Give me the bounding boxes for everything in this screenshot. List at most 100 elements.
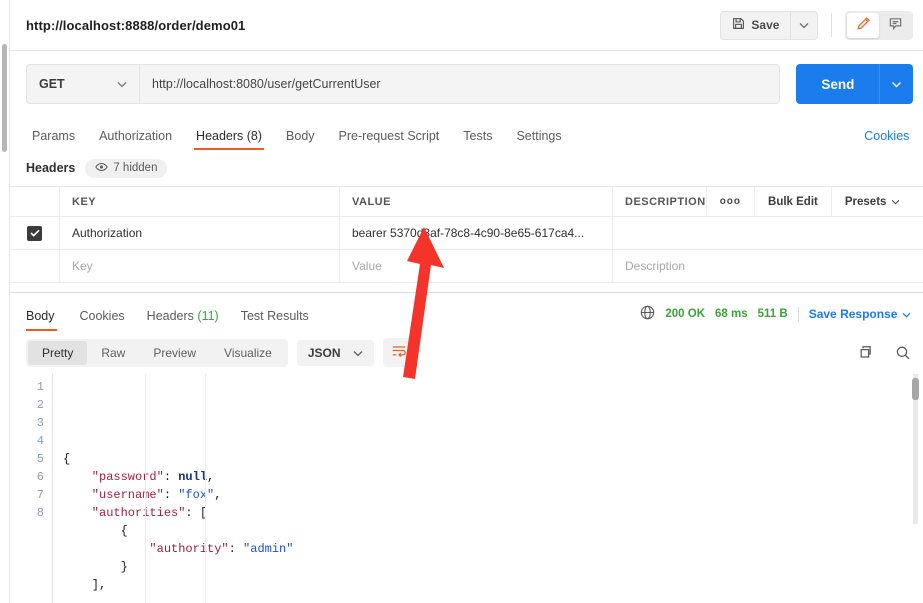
response-body-tools xyxy=(859,345,911,361)
toolbar-divider xyxy=(831,13,833,37)
tab-body[interactable]: Body xyxy=(274,129,327,150)
url-bar: GET http://localhost:8080/user/getCurren… xyxy=(10,51,923,117)
code-token: : xyxy=(163,470,179,484)
status-divider xyxy=(797,306,799,322)
code-line: { xyxy=(63,522,923,540)
table-row[interactable]: Authorization bearer 5370d3af-78c8-4c90-… xyxy=(10,217,923,250)
headers-table-tools: ooo Bulk Edit Presets xyxy=(705,187,914,216)
placeholder-key-input[interactable]: Key xyxy=(60,250,340,282)
request-title-bar: http://localhost:8888/order/demo01 Save xyxy=(10,0,923,51)
comment-button[interactable] xyxy=(879,13,911,38)
view-mode-visualize[interactable]: Visualize xyxy=(210,341,286,365)
response-status-code: 200 OK xyxy=(665,308,706,320)
placeholder-checkbox-cell xyxy=(10,250,60,282)
code-token: null xyxy=(178,470,208,484)
row-value[interactable]: bearer 5370d3af-78c8-4c90-8e65-617ca4... xyxy=(340,217,613,249)
header-checkbox-column xyxy=(10,187,60,216)
code-line: "username": "fox", xyxy=(63,486,923,504)
response-tab-test-results[interactable]: Test Results xyxy=(230,309,320,331)
search-icon[interactable] xyxy=(895,345,911,361)
headers-table: KEY VALUE DESCRIPTION ooo Bulk Edit Pres… xyxy=(10,186,923,283)
response-tab-body[interactable]: Body xyxy=(26,309,69,331)
row-description[interactable] xyxy=(613,217,923,249)
view-mode-segmented-control: Pretty Raw Preview Visualize xyxy=(26,338,288,367)
bulk-edit-button[interactable]: Bulk Edit xyxy=(754,187,831,216)
response-tab-cookies[interactable]: Cookies xyxy=(69,309,136,331)
http-method-select[interactable]: GET xyxy=(26,64,139,104)
left-scrollbar-thumb[interactable] xyxy=(2,44,7,152)
url-input[interactable]: http://localhost:8080/user/getCurrentUse… xyxy=(139,64,781,104)
code-token: : xyxy=(228,542,244,556)
chevron-down-icon xyxy=(117,77,127,91)
save-button[interactable]: Save xyxy=(721,12,790,39)
left-scrollbar-rail[interactable] xyxy=(0,0,10,603)
postman-window: http://localhost:8888/order/demo01 Save xyxy=(0,0,923,603)
row-checkbox-cell xyxy=(10,217,60,249)
response-tab-headers[interactable]: Headers (11) xyxy=(136,309,230,331)
save-button-group: Save xyxy=(720,10,819,40)
save-dropdown-caret[interactable] xyxy=(790,11,817,39)
placeholder-description-input[interactable]: Description xyxy=(613,250,923,282)
view-mode-preview[interactable]: Preview xyxy=(139,341,210,365)
code-token: : [ xyxy=(185,506,208,520)
response-tabs: Body Cookies Headers (11) Test Results 2… xyxy=(10,293,923,331)
response-tab-headers-label: Headers xyxy=(146,309,194,323)
tab-tests[interactable]: Tests xyxy=(451,129,504,150)
code-token: , xyxy=(207,470,215,484)
response-status-bar: 200 OK 68 ms 511 B Save Response xyxy=(640,305,911,331)
page-title: http://localhost:8888/order/demo01 xyxy=(26,17,246,33)
response-body-viewer[interactable]: 1 2 3 4 5 6 7 8 { "password": null, "username":… xyxy=(10,374,923,603)
row-key[interactable]: Authorization xyxy=(60,217,340,249)
request-tabs: Params Authorization Headers (8) Body Pr… xyxy=(10,117,923,150)
indent-guide-1 xyxy=(145,374,146,603)
indent-guide-2 xyxy=(205,374,206,603)
code-line: "password": null, xyxy=(63,468,923,486)
code-line: "authority": "admin" xyxy=(63,540,923,558)
send-button[interactable]: Send xyxy=(796,64,879,104)
code-token: "fox" xyxy=(178,488,215,502)
tab-pre-request-script[interactable]: Pre-request Script xyxy=(327,129,452,150)
code-scrollbar-thumb[interactable] xyxy=(912,378,920,400)
http-method-value: GET xyxy=(39,77,65,91)
word-wrap-button[interactable] xyxy=(382,338,415,367)
url-text: http://localhost:8080/user/getCurrentUse… xyxy=(152,77,381,91)
chevron-down-icon xyxy=(353,346,363,360)
tab-authorization[interactable]: Authorization xyxy=(87,129,184,150)
code-token: , xyxy=(214,488,222,502)
hidden-headers-count: 7 hidden xyxy=(113,162,158,174)
response-format-select[interactable]: JSON xyxy=(296,339,374,366)
headers-table-header-row: KEY VALUE DESCRIPTION ooo Bulk Edit Pres… xyxy=(10,187,923,217)
code-line: ], xyxy=(63,576,923,594)
title-bar-actions: Save xyxy=(720,10,914,40)
response-size: 511 B xyxy=(757,308,788,320)
tab-settings[interactable]: Settings xyxy=(504,129,573,150)
save-response-button[interactable]: Save Response xyxy=(809,307,912,321)
line-number: 2 xyxy=(36,398,44,412)
tab-params[interactable]: Params xyxy=(26,129,87,150)
cookies-link[interactable]: Cookies xyxy=(864,129,909,150)
line-number: 4 xyxy=(36,434,44,448)
globe-icon[interactable] xyxy=(640,305,655,323)
presets-button[interactable]: Presets xyxy=(830,187,914,216)
view-mode-pretty[interactable]: Pretty xyxy=(28,340,88,365)
view-mode-raw[interactable]: Raw xyxy=(87,341,139,365)
placeholder-value-input[interactable]: Value xyxy=(340,250,613,282)
table-options-button[interactable]: ooo xyxy=(705,187,754,216)
hidden-headers-badge[interactable]: 7 hidden xyxy=(85,158,168,178)
tab-headers[interactable]: Headers (8) xyxy=(184,129,274,150)
column-header-description: DESCRIPTION ooo Bulk Edit Presets xyxy=(613,187,923,216)
column-header-value: VALUE xyxy=(340,187,613,216)
line-number: 5 xyxy=(36,452,44,466)
copy-icon[interactable] xyxy=(859,345,875,361)
response-time: 68 ms xyxy=(715,308,748,320)
json-code-content[interactable]: { "password": null, "username": "fox", "… xyxy=(52,374,923,603)
send-dropdown-caret[interactable] xyxy=(879,64,913,104)
code-token: "authorities" xyxy=(63,506,186,520)
pencil-icon xyxy=(856,16,871,34)
edit-pencil-button[interactable] xyxy=(847,12,880,38)
table-row-placeholder[interactable]: Key Value Description xyxy=(10,250,923,283)
line-number: 1 xyxy=(36,380,44,394)
row-checkbox[interactable] xyxy=(27,225,42,241)
code-token: "admin" xyxy=(243,542,294,556)
code-token: { xyxy=(63,452,71,466)
